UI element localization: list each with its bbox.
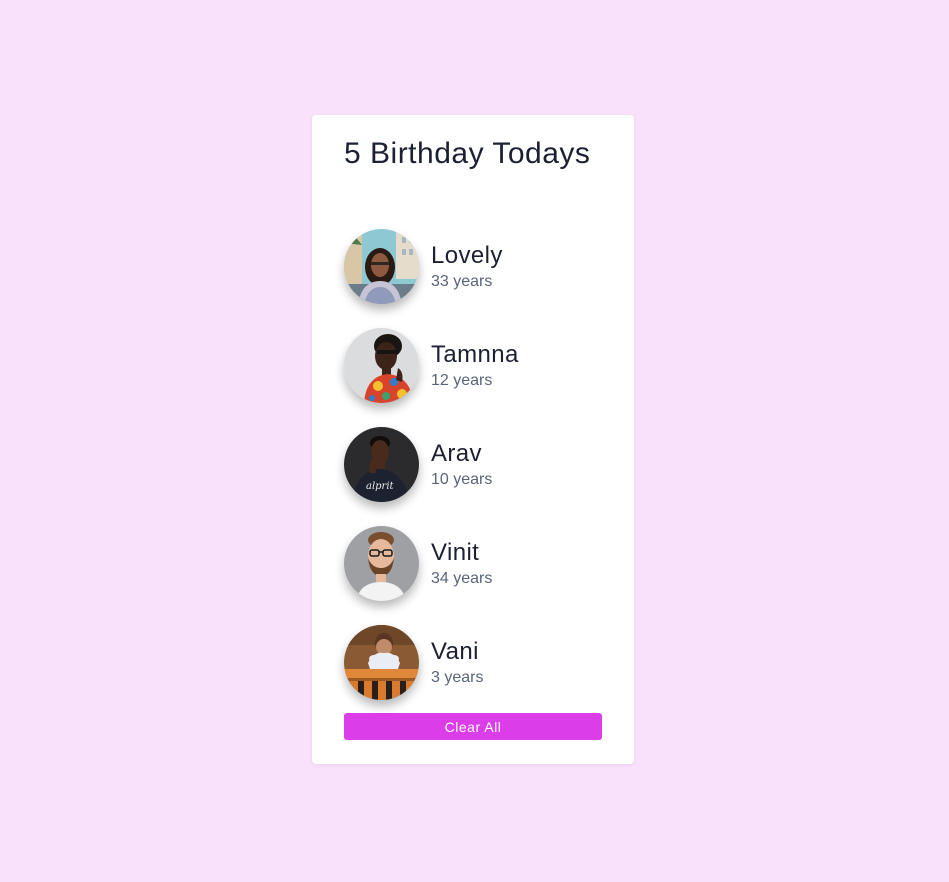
svg-text:alprit: alprit [366,481,395,492]
person-age: 3 years [431,668,484,686]
person-name: Tamnna [431,340,519,368]
woman-glasses-floral-photo [344,328,419,403]
birthday-list: Lovely 33 years Tamnna 12 years alprit A… [344,217,602,712]
person-name: Vinit [431,538,480,566]
clear-all-button[interactable]: Clear All [344,713,602,740]
person-name: Lovely [431,241,503,269]
person-info: Arav 10 years [431,440,492,490]
avatar [344,526,419,601]
birthday-card: 5 Birthday Todays Lovely 33 years Tamnna… [312,115,634,764]
person-info: Tamnna 12 years [431,341,519,391]
list-item: Vani 3 years [344,613,602,712]
avatar: alprit [344,427,419,502]
avatar [344,229,419,304]
person-age: 34 years [431,569,493,587]
person-info: Vani 3 years [431,638,483,688]
man-dark-shirt-photo: alprit [344,427,419,502]
list-item: Tamnna 12 years [344,316,602,415]
list-item: Vinit 34 years [344,514,602,613]
person-age: 33 years [431,272,493,290]
avatar [344,625,419,700]
man-beard-glasses-photo [344,526,419,601]
person-name: Arav [431,439,482,467]
avatar [344,328,419,403]
woman-city-photo [344,229,419,304]
list-item: Lovely 33 years [344,217,602,316]
person-info: Vinit 34 years [431,539,492,589]
person-name: Vani [431,637,479,665]
person-age: 12 years [431,371,493,389]
person-info: Lovely 33 years [431,242,503,292]
list-item: alprit Arav 10 years [344,415,602,514]
person-age: 10 years [431,470,493,488]
child-wooden-fence-photo [344,625,419,700]
page-title: 5 Birthday Todays [344,137,591,170]
